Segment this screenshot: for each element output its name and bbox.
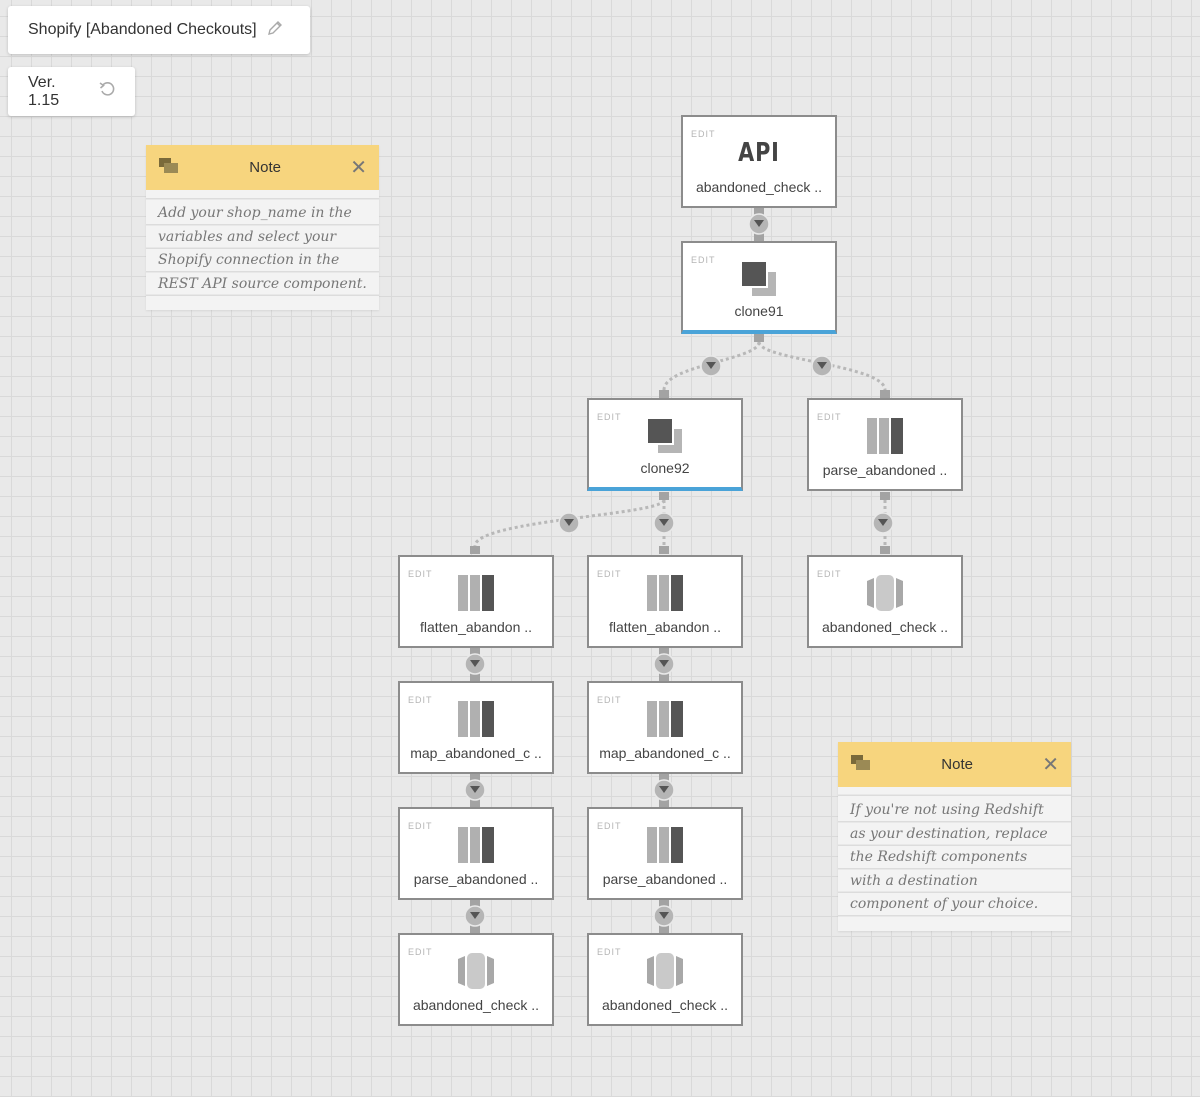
transform-icon bbox=[454, 823, 498, 867]
node-edit-link[interactable]: EDIT bbox=[817, 412, 842, 422]
note-drag-icon[interactable] bbox=[158, 157, 180, 179]
node-edit-link[interactable]: EDIT bbox=[597, 569, 622, 579]
node-label: abandoned_check .. bbox=[601, 997, 729, 1013]
node-edit-link[interactable]: EDIT bbox=[597, 947, 622, 957]
node-destination-mid[interactable]: EDIT abandoned_check .. bbox=[587, 933, 743, 1026]
transform-icon bbox=[643, 823, 687, 867]
node-edit-link[interactable]: EDIT bbox=[408, 821, 433, 831]
note-text[interactable]: Add your shop_name in the variables and … bbox=[146, 190, 379, 310]
node-edit-link[interactable]: EDIT bbox=[597, 695, 622, 705]
transform-icon bbox=[454, 697, 498, 741]
node-label: parse_abandoned .. bbox=[822, 462, 948, 478]
node-edit-link[interactable]: EDIT bbox=[408, 695, 433, 705]
node-parse-right[interactable]: EDIT parse_abandoned .. bbox=[807, 398, 963, 491]
node-clone92[interactable]: EDIT clone92 bbox=[587, 398, 743, 491]
api-icon: API bbox=[738, 138, 780, 168]
node-destination-left[interactable]: EDIT abandoned_check .. bbox=[398, 933, 554, 1026]
node-label: flatten_abandon .. bbox=[608, 619, 722, 635]
node-label: parse_abandoned .. bbox=[602, 871, 728, 887]
node-edit-link[interactable]: EDIT bbox=[691, 129, 716, 139]
transform-icon bbox=[643, 697, 687, 741]
node-map-left[interactable]: EDIT map_abandoned_c .. bbox=[398, 681, 554, 774]
note-header[interactable]: Note ✕ bbox=[146, 145, 379, 190]
redshift-icon bbox=[454, 949, 498, 993]
node-parse-mid[interactable]: EDIT parse_abandoned .. bbox=[587, 807, 743, 900]
note-header[interactable]: Note ✕ bbox=[838, 742, 1071, 787]
node-label: map_abandoned_c .. bbox=[410, 745, 542, 761]
node-label: parse_abandoned .. bbox=[413, 871, 539, 887]
node-label: abandoned_check .. bbox=[821, 619, 949, 635]
node-label: clone92 bbox=[640, 460, 690, 476]
note-title: Note bbox=[249, 159, 281, 176]
node-label: clone91 bbox=[734, 303, 784, 319]
node-label: abandoned_check .. bbox=[412, 997, 540, 1013]
node-edit-link[interactable]: EDIT bbox=[597, 412, 622, 422]
transform-icon bbox=[454, 571, 498, 615]
transform-icon bbox=[863, 414, 907, 458]
close-icon[interactable]: ✕ bbox=[350, 158, 367, 178]
node-flatten-left[interactable]: EDIT flatten_abandon .. bbox=[398, 555, 554, 648]
transform-icon bbox=[643, 571, 687, 615]
node-clone91[interactable]: EDIT clone91 bbox=[681, 241, 837, 334]
node-edit-link[interactable]: EDIT bbox=[408, 947, 433, 957]
redshift-icon bbox=[643, 949, 687, 993]
node-api-source[interactable]: EDIT API abandoned_check .. bbox=[681, 115, 837, 208]
note-text[interactable]: If you're not using Redshift as your des… bbox=[838, 787, 1071, 931]
node-map-mid[interactable]: EDIT map_abandoned_c .. bbox=[587, 681, 743, 774]
node-edit-link[interactable]: EDIT bbox=[691, 255, 716, 265]
close-icon[interactable]: ✕ bbox=[1042, 755, 1059, 775]
note-card[interactable]: Note ✕ Add your shop_name in the variabl… bbox=[146, 145, 379, 310]
node-flatten-mid[interactable]: EDIT flatten_abandon .. bbox=[587, 555, 743, 648]
note-title: Note bbox=[941, 756, 973, 773]
node-edit-link[interactable]: EDIT bbox=[597, 821, 622, 831]
redshift-icon bbox=[863, 571, 907, 615]
node-label: map_abandoned_c .. bbox=[599, 745, 731, 761]
note-card[interactable]: Note ✕ If you're not using Redshift as y… bbox=[838, 742, 1071, 931]
node-label: flatten_abandon .. bbox=[419, 619, 533, 635]
node-edit-link[interactable]: EDIT bbox=[817, 569, 842, 579]
node-edit-link[interactable]: EDIT bbox=[408, 569, 433, 579]
note-drag-icon[interactable] bbox=[850, 754, 872, 776]
clone-icon bbox=[737, 257, 781, 301]
node-destination-right[interactable]: EDIT abandoned_check .. bbox=[807, 555, 963, 648]
node-label: abandoned_check .. bbox=[695, 179, 823, 195]
node-parse-left[interactable]: EDIT parse_abandoned .. bbox=[398, 807, 554, 900]
clone-icon bbox=[643, 414, 687, 458]
